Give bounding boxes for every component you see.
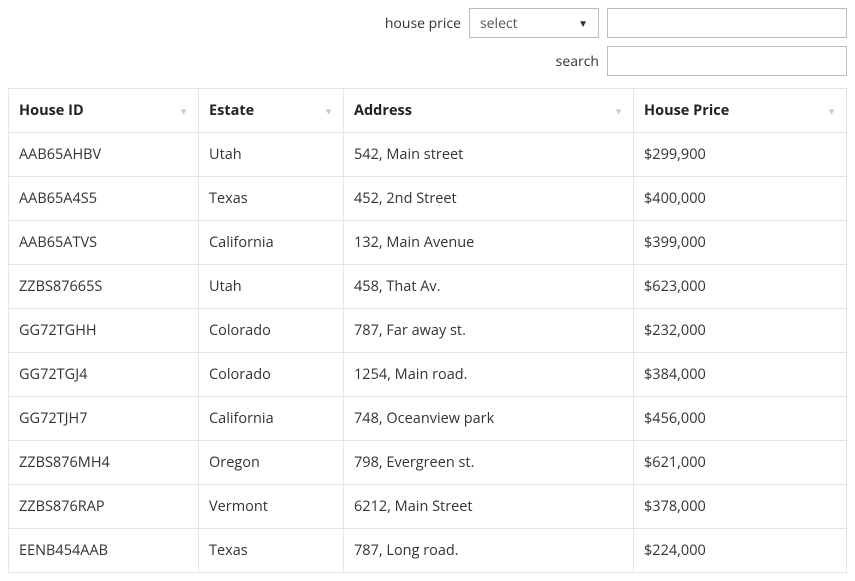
col-header-house-price[interactable]: House Price ▼ — [634, 89, 847, 133]
sort-icon: ▼ — [179, 104, 188, 117]
search-label: search — [556, 52, 599, 71]
cell-price: $399,000 — [634, 221, 847, 265]
cell-id: GG72TJH7 — [9, 397, 199, 441]
cell-price: $621,000 — [634, 441, 847, 485]
table-row: ZZBS87665SUtah458, That Av.$623,000 — [9, 265, 847, 309]
filter-row-price: house price select ▼ — [8, 8, 847, 38]
cell-price: $299,900 — [634, 133, 847, 177]
cell-estate: California — [199, 221, 344, 265]
cell-id: ZZBS876RAP — [9, 485, 199, 529]
cell-estate: Utah — [199, 265, 344, 309]
cell-estate: California — [199, 397, 344, 441]
cell-address: 787, Long road. — [344, 529, 634, 573]
house-price-input[interactable] — [607, 8, 847, 38]
cell-address: 132, Main Avenue — [344, 221, 634, 265]
cell-estate: Oregon — [199, 441, 344, 485]
col-header-label: House ID — [19, 101, 84, 120]
cell-id: GG72TGJ4 — [9, 353, 199, 397]
cell-id: AAB65A4S5 — [9, 177, 199, 221]
cell-id: ZZBS87665S — [9, 265, 199, 309]
cell-id: GG72TGHH — [9, 309, 199, 353]
cell-id: AAB65ATVS — [9, 221, 199, 265]
cell-id: AAB65AHBV — [9, 133, 199, 177]
col-header-address[interactable]: Address ▼ — [344, 89, 634, 133]
cell-estate: Vermont — [199, 485, 344, 529]
cell-estate: Texas — [199, 529, 344, 573]
table-row: ZZBS876RAPVermont6212, Main Street$378,0… — [9, 485, 847, 529]
cell-address: 787, Far away st. — [344, 309, 634, 353]
search-input[interactable] — [607, 46, 847, 76]
cell-id: ZZBS876MH4 — [9, 441, 199, 485]
table-row: ZZBS876MH4Oregon798, Evergreen st.$621,0… — [9, 441, 847, 485]
col-header-label: Estate — [209, 101, 254, 120]
cell-id: EENB454AAB — [9, 529, 199, 573]
cell-address: 458, That Av. — [344, 265, 634, 309]
cell-address: 748, Oceanview park — [344, 397, 634, 441]
col-header-label: Address — [354, 101, 412, 120]
table-row: AAB65A4S5Texas452, 2nd Street$400,000 — [9, 177, 847, 221]
cell-estate: Colorado — [199, 353, 344, 397]
cell-price: $384,000 — [634, 353, 847, 397]
sort-icon: ▼ — [614, 104, 623, 117]
table-header-row: House ID ▼ Estate ▼ Address ▼ House Pric… — [9, 89, 847, 133]
col-header-label: House Price — [644, 101, 729, 120]
cell-address: 6212, Main Street — [344, 485, 634, 529]
cell-price: $224,000 — [634, 529, 847, 573]
houses-table: House ID ▼ Estate ▼ Address ▼ House Pric… — [8, 88, 847, 573]
cell-address: 452, 2nd Street — [344, 177, 634, 221]
cell-estate: Colorado — [199, 309, 344, 353]
col-header-house-id[interactable]: House ID ▼ — [9, 89, 199, 133]
table-row: GG72TGHHColorado787, Far away st.$232,00… — [9, 309, 847, 353]
table-row: AAB65ATVSCalifornia132, Main Avenue$399,… — [9, 221, 847, 265]
cell-price: $623,000 — [634, 265, 847, 309]
cell-price: $456,000 — [634, 397, 847, 441]
table-row: GG72TJH7California748, Oceanview park$45… — [9, 397, 847, 441]
cell-address: 798, Evergreen st. — [344, 441, 634, 485]
sort-icon: ▼ — [827, 104, 836, 117]
cell-price: $232,000 — [634, 309, 847, 353]
cell-estate: Texas — [199, 177, 344, 221]
cell-price: $378,000 — [634, 485, 847, 529]
filter-row-search: search — [8, 46, 847, 76]
chevron-down-icon: ▼ — [578, 16, 588, 30]
house-price-select-value: select — [480, 14, 518, 33]
table-row: EENB454AABTexas787, Long road.$224,000 — [9, 529, 847, 573]
col-header-estate[interactable]: Estate ▼ — [199, 89, 344, 133]
cell-estate: Utah — [199, 133, 344, 177]
cell-address: 1254, Main road. — [344, 353, 634, 397]
cell-address: 542, Main street — [344, 133, 634, 177]
sort-icon: ▼ — [324, 104, 333, 117]
house-price-select[interactable]: select ▼ — [469, 8, 599, 38]
cell-price: $400,000 — [634, 177, 847, 221]
table-row: GG72TGJ4Colorado1254, Main road.$384,000 — [9, 353, 847, 397]
table-row: AAB65AHBVUtah542, Main street$299,900 — [9, 133, 847, 177]
house-price-label: house price — [385, 14, 461, 33]
